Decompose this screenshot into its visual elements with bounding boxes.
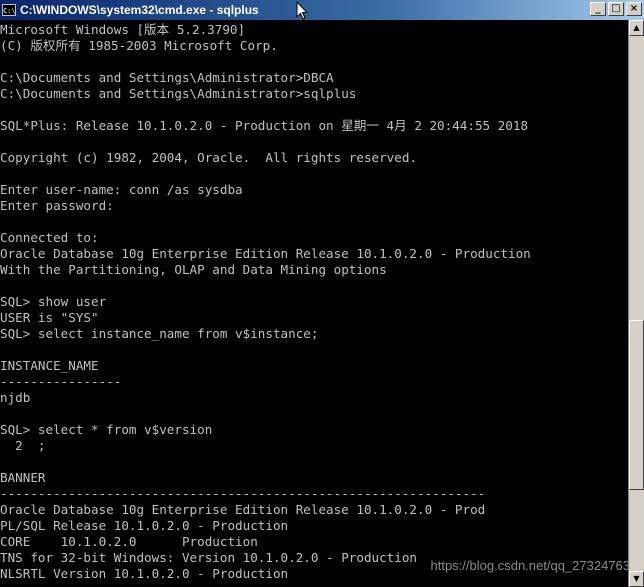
cmd-app-icon[interactable]: C:\ xyxy=(2,4,16,16)
console-line: SQL> select * from v$version xyxy=(0,422,213,437)
minimize-icon[interactable]: _ xyxy=(590,2,606,16)
console-line: C:\Documents and Settings\Administrator>… xyxy=(0,70,334,85)
console-line: TNS for 32-bit Windows: Version 10.1.0.2… xyxy=(0,550,418,565)
window-title: C:\WINDOWS\system32\cmd.exe - sqlplus xyxy=(20,3,259,17)
maximize-icon[interactable]: □ xyxy=(608,2,624,16)
close-icon[interactable]: × xyxy=(626,2,642,16)
window-controls: _ □ × xyxy=(590,2,642,16)
mouse-cursor-icon xyxy=(296,1,308,20)
console-line: Connected to: xyxy=(0,230,99,245)
console-line: USER is "SYS" xyxy=(0,310,99,325)
console-output[interactable]: Microsoft Windows [版本 5.2.3790] (C) 版权所有… xyxy=(0,20,628,587)
watermark: https://blog.csdn.net/qq_27324763 xyxy=(430,558,631,573)
console-line: With the Partitioning, OLAP and Data Min… xyxy=(0,262,387,277)
scroll-down-icon[interactable]: ▼ xyxy=(629,571,644,587)
console-line: INSTANCE_NAME xyxy=(0,358,99,373)
scroll-up-icon[interactable]: ▲ xyxy=(629,20,644,36)
console-line: SQL> show user xyxy=(0,294,107,309)
console-line: SQL> select instance_name from v$instanc… xyxy=(0,326,319,341)
console-line: PL/SQL Release 10.1.0.2.0 - Production xyxy=(0,518,289,533)
console-line: Enter user-name: conn /as sysdba xyxy=(0,182,243,197)
console-line: njdb xyxy=(0,390,31,405)
console-line: Enter password: xyxy=(0,198,114,213)
console-line: ---------------- xyxy=(0,374,122,389)
console-line: Oracle Database 10g Enterprise Edition R… xyxy=(0,246,531,261)
console-line: Microsoft Windows [版本 5.2.3790] xyxy=(0,22,246,37)
console-line: BANNER xyxy=(0,470,46,485)
console-line: (C) 版权所有 1985-2003 Microsoft Corp. xyxy=(0,38,278,53)
console-line: Oracle Database 10g Enterprise Edition R… xyxy=(0,502,486,517)
console-line: CORE 10.1.0.2.0 Production xyxy=(0,534,258,549)
console-line: Copyright (c) 1982, 2004, Oracle. All ri… xyxy=(0,150,418,165)
console-line: 2 ; xyxy=(0,438,46,453)
console-line: SQL*Plus: Release 10.1.0.2.0 - Productio… xyxy=(0,118,529,133)
vertical-scrollbar[interactable]: ▲ ▼ xyxy=(628,20,644,587)
title-bar[interactable]: C:\ C:\WINDOWS\system32\cmd.exe - sqlplu… xyxy=(0,0,644,20)
console-line: NLSRTL Version 10.1.0.2.0 - Production xyxy=(0,566,289,581)
console-line: ----------------------------------------… xyxy=(0,486,486,501)
scrollbar-thumb[interactable] xyxy=(629,320,644,490)
console-line: C:\Documents and Settings\Administrator>… xyxy=(0,86,357,101)
